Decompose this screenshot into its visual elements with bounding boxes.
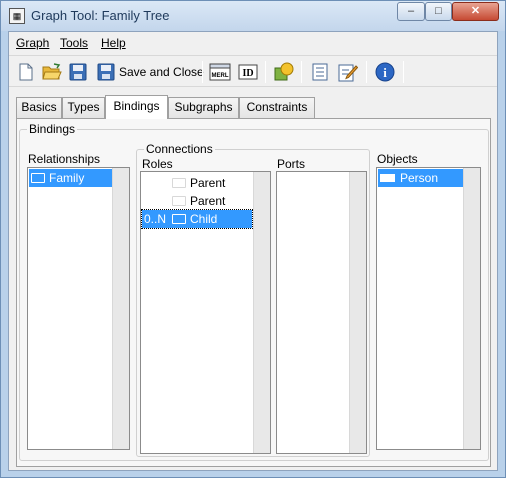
merl-icon[interactable]: MERL <box>209 61 231 83</box>
menu-bar: Graph Tools Help <box>9 32 497 54</box>
id-icon-text: ID <box>242 68 253 79</box>
bindings-group-title: Bindings <box>27 122 78 136</box>
folder-icon <box>172 214 186 224</box>
save-and-close-icon[interactable] <box>95 61 117 83</box>
id-icon[interactable]: ID <box>237 61 259 83</box>
title-bar[interactable]: ▦ Graph Tool: Family Tree – □ ✕ <box>1 1 505 31</box>
application-window: ▦ Graph Tool: Family Tree – □ ✕ Graph To… <box>0 0 506 478</box>
client-area: Graph Tools Help Save and Close MERL ID … <box>8 31 498 471</box>
relationship-name: Family <box>49 171 85 185</box>
edit-icon[interactable] <box>337 61 359 83</box>
object-icon <box>380 174 395 182</box>
role-name: Child <box>190 212 218 226</box>
roles-scrollbar[interactable] <box>253 172 270 453</box>
save-and-close-button[interactable]: Save and Close <box>119 65 204 79</box>
tab-constraints[interactable]: Constraints <box>239 97 315 118</box>
app-icon[interactable]: ▦ <box>9 8 25 24</box>
connections-group: Connections Roles Parent Parent 0..N Chil… <box>136 142 370 457</box>
menu-tools[interactable]: Tools <box>60 36 88 50</box>
object-name: Person <box>400 171 439 185</box>
merl-icon-text: MERL <box>212 73 229 79</box>
tab-subgraphs[interactable]: Subgraphs <box>168 97 239 118</box>
toolbar-separator <box>202 61 203 83</box>
ports-scrollbar[interactable] <box>349 172 366 453</box>
role-name: Parent <box>190 176 226 190</box>
roles-label: Roles <box>142 157 173 171</box>
role-cardinality: 0..N <box>144 212 167 226</box>
save-icon[interactable] <box>67 61 89 83</box>
roles-list[interactable]: Parent Parent 0..N Child <box>140 171 271 454</box>
open-icon[interactable] <box>41 61 63 83</box>
folder-icon <box>31 173 45 183</box>
role-name: Parent <box>190 194 226 208</box>
list-item-role[interactable]: Parent <box>142 192 252 210</box>
new-icon[interactable] <box>15 61 37 83</box>
minimize-button[interactable]: – <box>397 2 425 21</box>
list-item-family[interactable]: Family <box>29 169 113 187</box>
objects-scrollbar[interactable] <box>463 168 480 449</box>
toolbar-separator <box>265 61 266 83</box>
properties-icon[interactable] <box>309 61 331 83</box>
relationships-scrollbar[interactable] <box>112 168 129 449</box>
window-title: Graph Tool: Family Tree <box>31 8 170 23</box>
tab-basics[interactable]: Basics <box>16 97 62 118</box>
menu-help-label: Help <box>101 36 126 50</box>
folder-icon <box>172 178 186 188</box>
tab-types[interactable]: Types <box>62 97 105 118</box>
ports-list[interactable] <box>276 171 367 454</box>
relationships-label: Relationships <box>28 152 101 166</box>
list-item-role[interactable]: Parent <box>142 174 252 192</box>
objects-list[interactable]: Person <box>376 167 481 450</box>
bindings-panel: Bindings Relationships Family Connection… <box>16 118 491 467</box>
toolbar: Save and Close MERL ID i <box>9 55 497 87</box>
info-icon[interactable]: i <box>374 61 396 83</box>
toolbar-separator <box>366 61 367 83</box>
list-item-role-selected[interactable]: 0..N Child <box>141 209 253 229</box>
menu-tools-label: Tools <box>60 36 89 50</box>
ports-label: Ports <box>277 157 306 171</box>
bindings-group: Bindings Relationships Family Connection… <box>19 122 489 461</box>
close-button[interactable]: ✕ <box>452 2 499 21</box>
folder-icon <box>172 196 186 206</box>
relationships-list[interactable]: Family <box>27 167 130 450</box>
info-icon-text: i <box>383 65 387 80</box>
tab-bindings[interactable]: Bindings <box>105 95 168 119</box>
toolbar-separator <box>403 61 404 83</box>
menu-help[interactable]: Help <box>101 36 126 50</box>
objects-label: Objects <box>377 152 418 166</box>
menu-graph-label: Graph <box>16 36 50 50</box>
toolbar-separator <box>301 61 302 83</box>
menu-graph[interactable]: Graph <box>16 36 49 50</box>
connections-group-title: Connections <box>144 142 215 156</box>
maximize-button[interactable]: □ <box>425 2 452 21</box>
shapes-icon[interactable] <box>273 61 295 83</box>
list-item-person[interactable]: Person <box>378 169 464 187</box>
